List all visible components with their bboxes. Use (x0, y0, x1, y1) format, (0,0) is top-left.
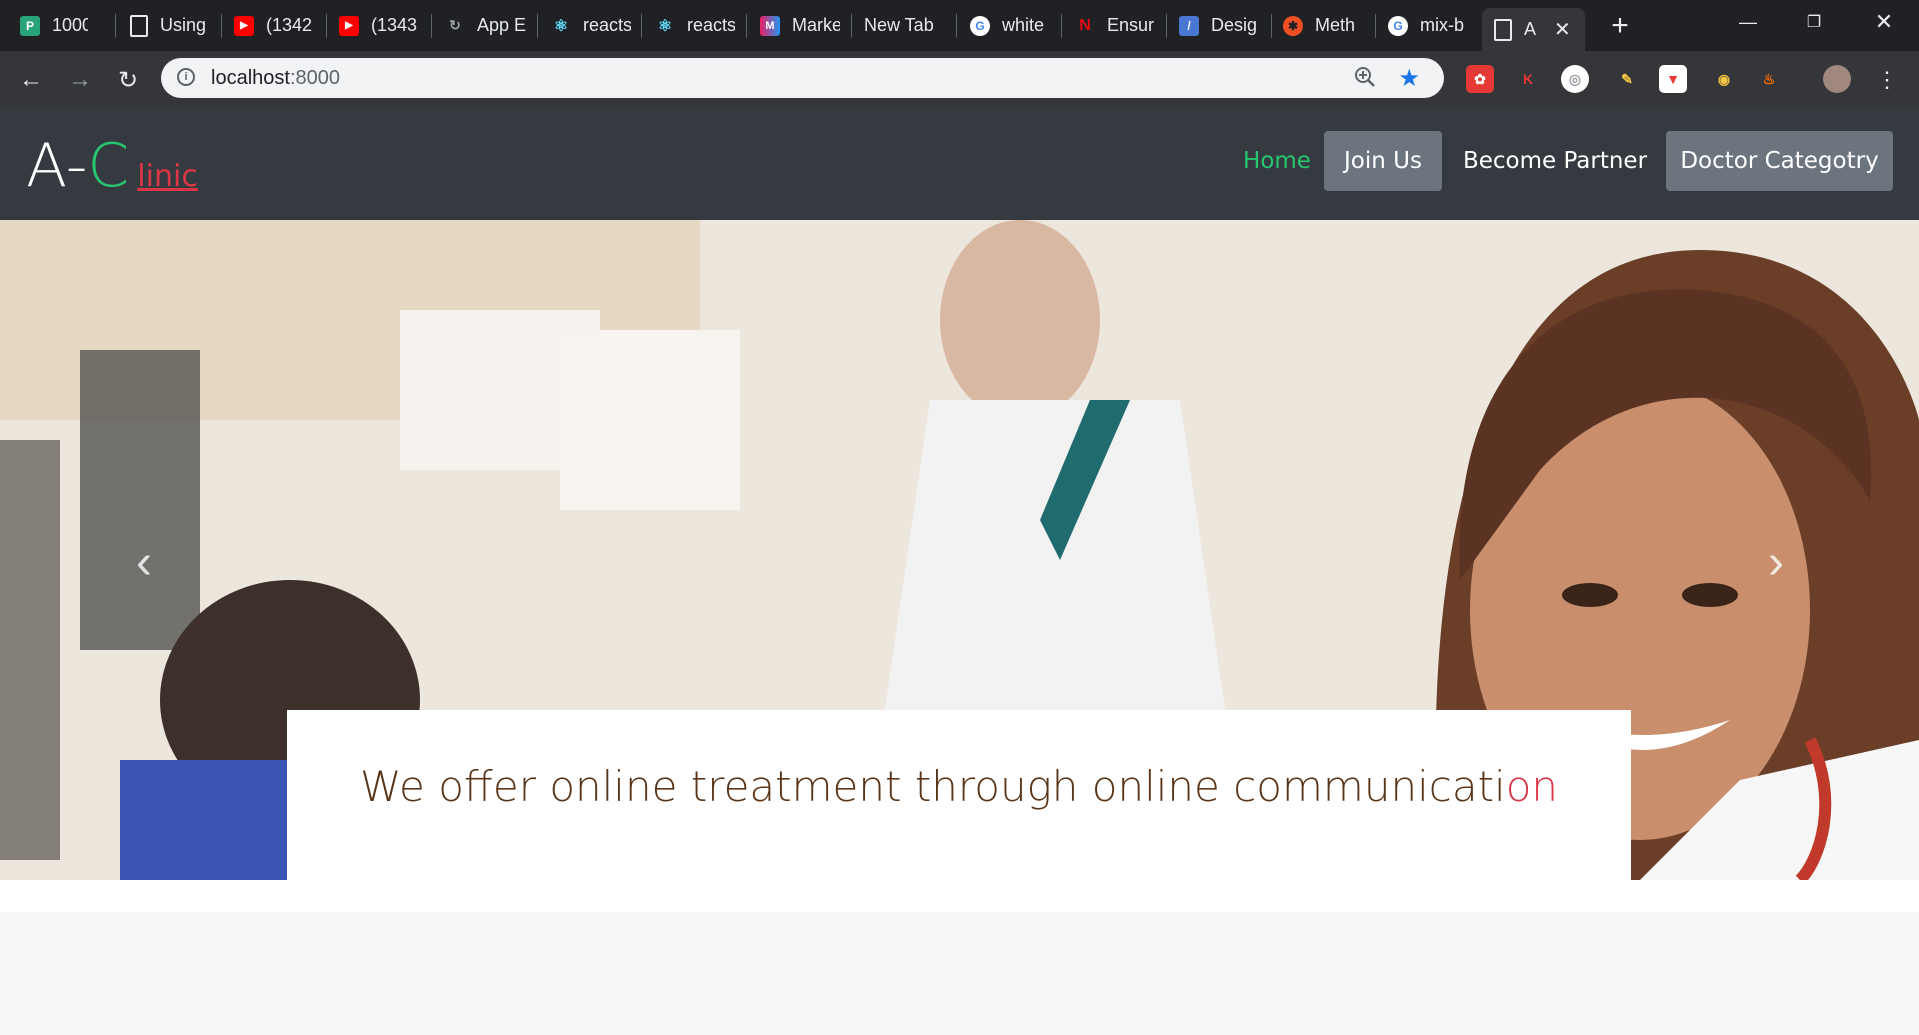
restore-icon[interactable]: ❐ (1786, 0, 1842, 44)
youtube-icon: ▶ (339, 15, 359, 36)
browser-tab[interactable]: ⚛ reacts (655, 8, 735, 43)
profile-avatar[interactable] (1823, 65, 1851, 93)
hero-caption-box: We offer online treatment through online… (287, 710, 1631, 880)
market-icon: M (760, 15, 780, 36)
tab-label: Meth (1315, 15, 1356, 35)
site-logo[interactable]: A- C linic (26, 131, 198, 201)
tab-label: Using (160, 15, 207, 35)
document-icon (130, 14, 148, 37)
tab-label: white (1002, 15, 1045, 35)
content-strip (0, 880, 1919, 912)
tab-label: 1000 (52, 15, 88, 35)
bookmark-green-icon: P (20, 15, 40, 36)
logo-linic: linic (137, 159, 198, 194)
tab-label: reacts (583, 15, 631, 35)
site-navbar: A- C linic Home Join Us Become Partner D… (0, 107, 1919, 220)
browser-tab[interactable]: M Marke (760, 8, 840, 43)
browser-tab[interactable]: New Tab (864, 8, 954, 43)
browser-tab[interactable]: ↻ App E (445, 8, 527, 43)
zoom-icon[interactable] (1354, 66, 1376, 88)
extension-circle-icon[interactable]: ◎ (1561, 65, 1589, 93)
browser-tab[interactable]: G mix-b (1388, 8, 1468, 43)
tab-label: Marke (792, 15, 840, 35)
browser-tab[interactable]: N Ensur (1075, 8, 1155, 43)
close-tab-icon[interactable]: ✕ (1554, 17, 1571, 42)
nav-join-button[interactable]: Join Us (1324, 131, 1442, 191)
close-window-icon[interactable]: ✕ (1856, 0, 1912, 44)
tab-label: A (1524, 19, 1537, 39)
reload-icon[interactable]: ↻ (113, 65, 143, 95)
extension-cookie-icon[interactable]: ◉ (1710, 65, 1738, 93)
design-icon: / (1179, 15, 1199, 36)
new-tab-button[interactable]: + (1605, 8, 1635, 43)
app-icon: ↻ (449, 17, 461, 33)
carousel-next-button[interactable]: › (1756, 536, 1796, 589)
logo-a: A- (26, 131, 88, 201)
document-icon (1494, 18, 1512, 41)
browser-tab[interactable]: ▶ (1343 (339, 8, 421, 43)
browser-tab-active[interactable]: A ✕ (1482, 8, 1585, 51)
url-host: localhost (211, 67, 290, 89)
extension-pen-icon[interactable]: ✎ (1613, 65, 1641, 93)
caption-red-text: on (1505, 762, 1559, 811)
carousel-prev-button[interactable]: ‹ (124, 536, 164, 589)
nav-doctor-category-button[interactable]: Doctor Categotry (1666, 131, 1893, 191)
nav-partner-link[interactable]: Become Partner (1460, 131, 1650, 191)
netflix-icon: N (1079, 16, 1091, 34)
browser-tab[interactable]: / Desig (1179, 8, 1259, 43)
logo-c: C (87, 131, 130, 201)
browser-tab-strip: P 1000 Using ▶ (1342 ▶ (1343 ↻ App E ⚛ r… (0, 0, 1919, 51)
browser-tab[interactable]: Using (130, 8, 208, 43)
browser-tab[interactable]: P 1000 (20, 8, 88, 43)
tab-label: App E (477, 15, 527, 35)
address-bar[interactable]: i localhost:8000 ★ (161, 58, 1444, 98)
browser-tab[interactable]: G white (970, 8, 1050, 43)
method-icon: ✱ (1283, 15, 1303, 36)
tab-label: reacts (687, 15, 735, 35)
extension-k-icon[interactable]: K (1514, 65, 1542, 93)
browser-toolbar: ← → ↻ i localhost:8000 ★ ✿ K ◎ ✎ ▼ ◉ ♨ ⋮ (0, 51, 1919, 107)
google-icon: G (1388, 15, 1408, 36)
url-port: :8000 (289, 67, 340, 89)
google-icon: G (970, 15, 990, 36)
tab-label: Ensur (1107, 15, 1155, 35)
browser-tab[interactable]: ⚛ reacts (551, 8, 631, 43)
tab-label: New Tab (864, 15, 934, 35)
caption-main-text: We offer online treatment through online… (359, 762, 1506, 811)
nav-home-link[interactable]: Home (1218, 131, 1336, 191)
extension-fire-icon[interactable]: ♨ (1755, 65, 1783, 93)
forward-icon[interactable]: → (65, 65, 95, 95)
extension-icon[interactable]: ✿ (1466, 65, 1494, 93)
info-icon[interactable]: i (177, 68, 195, 86)
youtube-icon: ▶ (234, 15, 254, 36)
react-icon: ⚛ (553, 17, 569, 35)
star-icon[interactable]: ★ (1398, 64, 1420, 93)
tab-label: Desig (1211, 15, 1258, 35)
hero-caption: We offer online treatment through online… (287, 762, 1631, 811)
back-icon[interactable]: ← (16, 65, 46, 95)
browser-tab[interactable]: ✱ Meth (1283, 8, 1363, 43)
url-text: localhost:8000 (211, 67, 340, 90)
tab-label: (1342 (266, 15, 313, 35)
browser-tab[interactable]: ▶ (1342 (234, 8, 316, 43)
tab-label: (1343 (371, 15, 418, 35)
minimize-icon[interactable]: — (1720, 0, 1776, 44)
react-icon: ⚛ (657, 17, 673, 35)
extension-pocket-icon[interactable]: ▼ (1659, 65, 1687, 93)
menu-kebab-icon[interactable]: ⋮ (1872, 65, 1902, 95)
tab-label: mix-b (1420, 15, 1464, 35)
